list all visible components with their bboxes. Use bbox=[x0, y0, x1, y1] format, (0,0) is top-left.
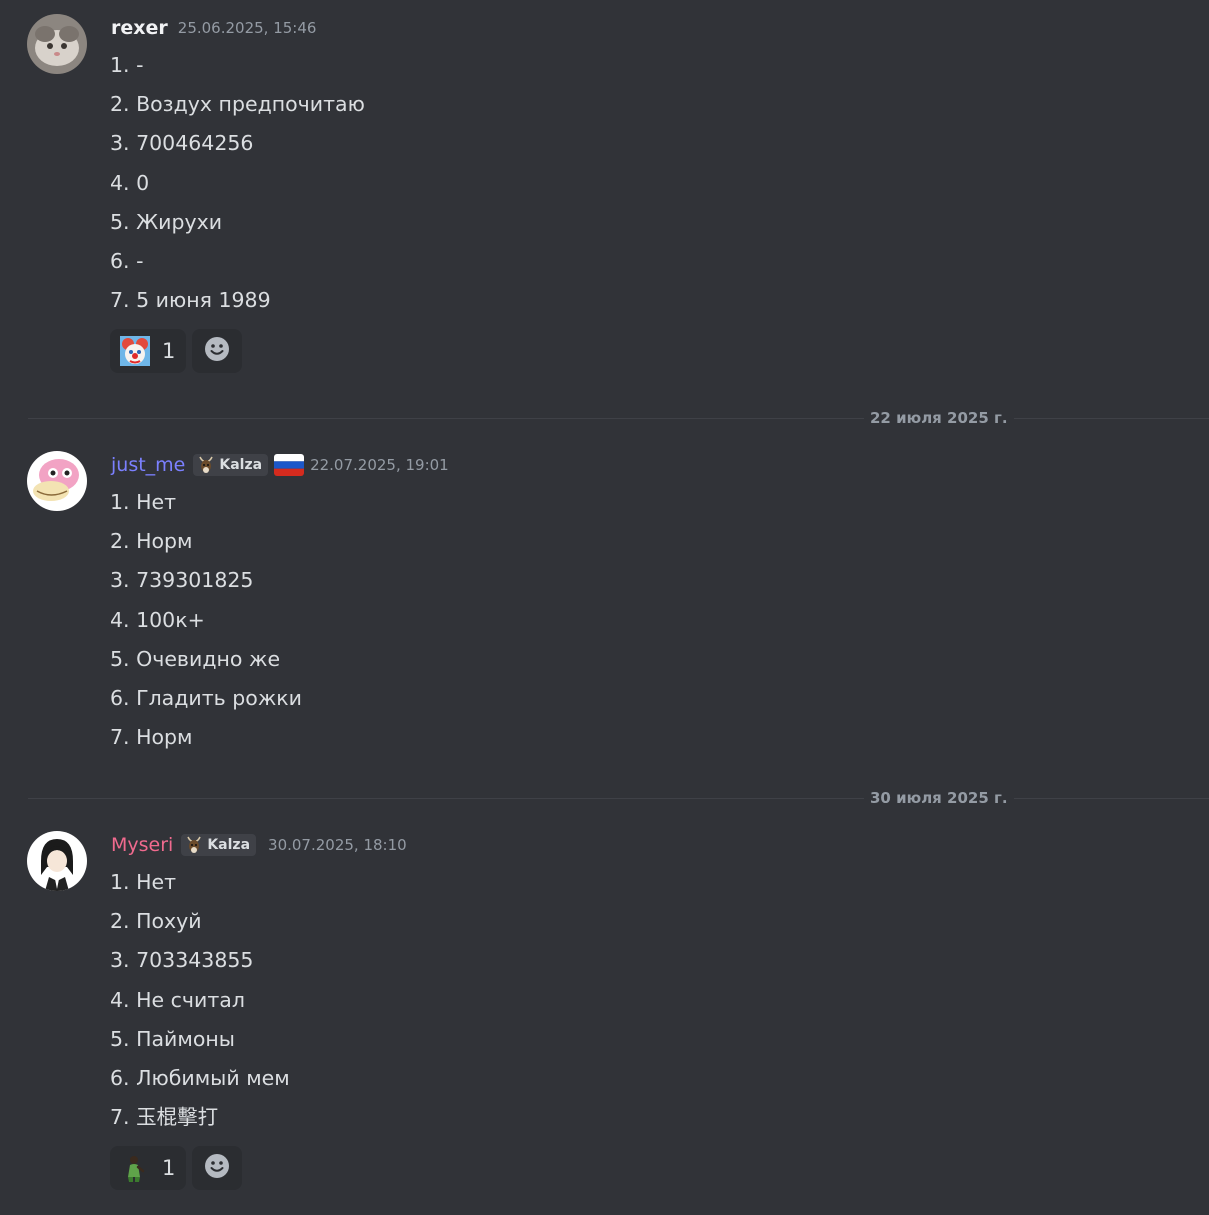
reaction-button[interactable]: 1 bbox=[110, 1146, 187, 1190]
message-line: 4. Не считал bbox=[110, 987, 245, 1012]
message-line: 3. 703343855 bbox=[110, 948, 254, 973]
date-divider-label: 22 июля 2025 г. bbox=[864, 408, 1014, 428]
message-line: 6. Любимый мем bbox=[110, 1065, 290, 1090]
clown-face-icon bbox=[120, 336, 150, 366]
russia-flag-icon bbox=[274, 454, 305, 476]
reactions-bar: 1 bbox=[110, 329, 243, 373]
avatar[interactable] bbox=[27, 451, 87, 511]
message-line: 4. 100к+ bbox=[110, 607, 205, 632]
message-line: 3. 739301825 bbox=[110, 568, 254, 593]
add-reaction-button[interactable] bbox=[192, 1146, 243, 1190]
date-divider bbox=[28, 798, 1209, 799]
add-reaction-button[interactable] bbox=[192, 329, 243, 373]
message-line: 4. 0 bbox=[110, 170, 150, 195]
avatar[interactable] bbox=[27, 14, 87, 74]
timestamp: 22.07.2025, 19:01 bbox=[310, 456, 449, 474]
message-line: 2. Воздух предпочитаю bbox=[110, 92, 365, 117]
avatar[interactable] bbox=[27, 831, 87, 891]
guild-tag[interactable]: Kalza bbox=[181, 834, 257, 856]
message-header: rexer 25.06.2025, 15:46 bbox=[111, 14, 316, 42]
message-line: 6. - bbox=[110, 248, 144, 273]
message-line: 7. Норм bbox=[110, 725, 193, 750]
smiley-icon bbox=[204, 1153, 230, 1183]
message-line: 3. 700464256 bbox=[110, 131, 254, 156]
timestamp: 30.07.2025, 18:10 bbox=[268, 836, 407, 854]
guild-tag-label: Kalza bbox=[219, 457, 263, 473]
message-line: 2. Норм bbox=[110, 529, 193, 554]
message-line: 5. Очевидно же bbox=[110, 646, 281, 671]
message-line: 7. 玉棍擊打 bbox=[110, 1105, 219, 1130]
message-header: Myseri Kalza 30.07.2025, 18:10 bbox=[111, 831, 407, 859]
message-header: just_me Kalza 22.07.2025, 19:01 bbox=[111, 451, 449, 479]
date-divider bbox=[28, 418, 1209, 419]
reaction-count: 1 bbox=[162, 1156, 176, 1180]
goat-icon bbox=[196, 455, 216, 475]
reaction-button[interactable]: 1 bbox=[110, 329, 187, 373]
message-line: 1. - bbox=[110, 53, 144, 77]
message-content: 1. Нет 2. Норм 3. 739301825 4. 100к+ 5. … bbox=[110, 483, 302, 757]
guild-tag[interactable]: Kalza bbox=[193, 454, 269, 476]
guild-tag-label: Kalza bbox=[207, 837, 251, 853]
goat-icon bbox=[184, 835, 204, 855]
username[interactable]: just_me bbox=[111, 454, 185, 476]
message-line: 7. 5 июня 1989 bbox=[110, 288, 271, 313]
username[interactable]: Myseri bbox=[111, 834, 173, 856]
username[interactable]: rexer bbox=[111, 17, 168, 39]
timestamp: 25.06.2025, 15:46 bbox=[177, 19, 317, 37]
message-content: 1. - 2. Воздух предпочитаю 3. 700464256 … bbox=[110, 46, 365, 320]
chat-log: rexer 25.06.2025, 15:46 1. - 2. Воздух п… bbox=[0, 0, 1209, 1215]
date-divider-label: 30 июля 2025 г. bbox=[864, 788, 1014, 808]
message-line: 1. Нет bbox=[110, 490, 177, 514]
message-line: 5. Паймоны bbox=[110, 1026, 235, 1051]
message-line: 6. Гладить рожки bbox=[110, 685, 303, 710]
message-line: 2. Похуй bbox=[110, 909, 202, 934]
reaction-count: 1 bbox=[162, 339, 176, 363]
person-icon bbox=[120, 1153, 150, 1183]
smiley-icon bbox=[204, 336, 230, 366]
message-line: 5. Жирухи bbox=[110, 209, 223, 234]
message-content: 1. Нет 2. Похуй 3. 703343855 4. Не счита… bbox=[110, 863, 290, 1137]
message-line: 1. Нет bbox=[110, 870, 177, 894]
reactions-bar: 1 bbox=[110, 1146, 243, 1190]
